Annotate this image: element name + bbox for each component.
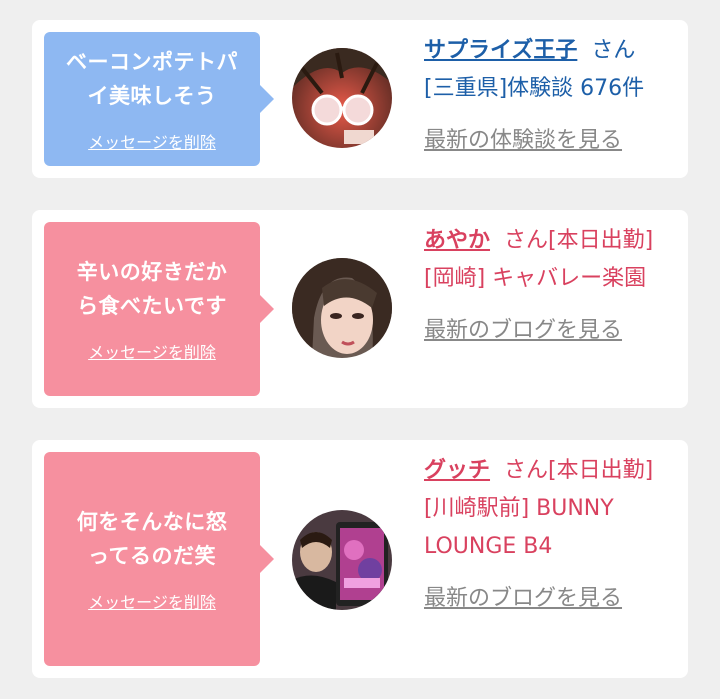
sender-honorific: さん[本日出勤] bbox=[504, 228, 654, 253]
message-card: ベーコンポテトパイ美味しそう メッセージを削除 サプライズ王子 さん [三重県]体… bbox=[32, 20, 688, 178]
message-bubble: 辛いの好きだから食べたいです メッセージを削除 bbox=[44, 222, 274, 396]
sender-name-link[interactable]: グッチ bbox=[424, 458, 490, 483]
sender-detail: [岡崎] キャバレー楽園 bbox=[424, 266, 647, 291]
sender-info: グッチ さん[本日出勤] [川崎駅前] BUNNY LOUNGE B4 最新のブロ… bbox=[424, 452, 678, 618]
avatar[interactable] bbox=[292, 510, 392, 610]
sender-honorific: さん[本日出勤] bbox=[504, 458, 654, 483]
latest-blog-link[interactable]: 最新のブログを見る bbox=[424, 580, 678, 618]
latest-blog-link[interactable]: 最新のブログを見る bbox=[424, 312, 678, 350]
sender-honorific: さん bbox=[591, 38, 636, 63]
message-card: 辛いの好きだから食べたいです メッセージを削除 あやか さん[本日出勤] [岡崎]… bbox=[32, 210, 688, 408]
delete-message-link[interactable]: メッセージを削除 bbox=[88, 129, 216, 153]
message-bubble: ベーコンポテトパイ美味しそう メッセージを削除 bbox=[44, 32, 274, 166]
message-bubble: 何をそんなに怒ってるのだ笑 メッセージを削除 bbox=[44, 452, 274, 666]
delete-message-link[interactable]: メッセージを削除 bbox=[88, 589, 216, 613]
sender-info: あやか さん[本日出勤] [岡崎] キャバレー楽園 最新のブログを見る bbox=[424, 222, 678, 350]
message-text: ベーコンポテトパイ美味しそう bbox=[66, 50, 238, 108]
sender-name-link[interactable]: サプライズ王子 bbox=[424, 38, 577, 63]
message-text: 何をそんなに怒ってるのだ笑 bbox=[76, 510, 228, 568]
delete-message-link[interactable]: メッセージを削除 bbox=[88, 339, 216, 363]
avatar[interactable] bbox=[292, 48, 392, 148]
avatar[interactable] bbox=[292, 258, 392, 358]
sender-detail: [三重県]体験談 676件 bbox=[424, 76, 645, 101]
sender-info: サプライズ王子 さん [三重県]体験談 676件 最新の体験談を見る bbox=[424, 32, 678, 160]
sender-detail: [川崎駅前] BUNNY LOUNGE B4 bbox=[424, 496, 614, 559]
sender-name-link[interactable]: あやか bbox=[424, 228, 490, 253]
latest-review-link[interactable]: 最新の体験談を見る bbox=[424, 122, 678, 160]
message-text: 辛いの好きだから食べたいです bbox=[76, 260, 228, 318]
message-card: 何をそんなに怒ってるのだ笑 メッセージを削除 グッチ さん[本日出勤] [川崎駅前… bbox=[32, 440, 688, 678]
